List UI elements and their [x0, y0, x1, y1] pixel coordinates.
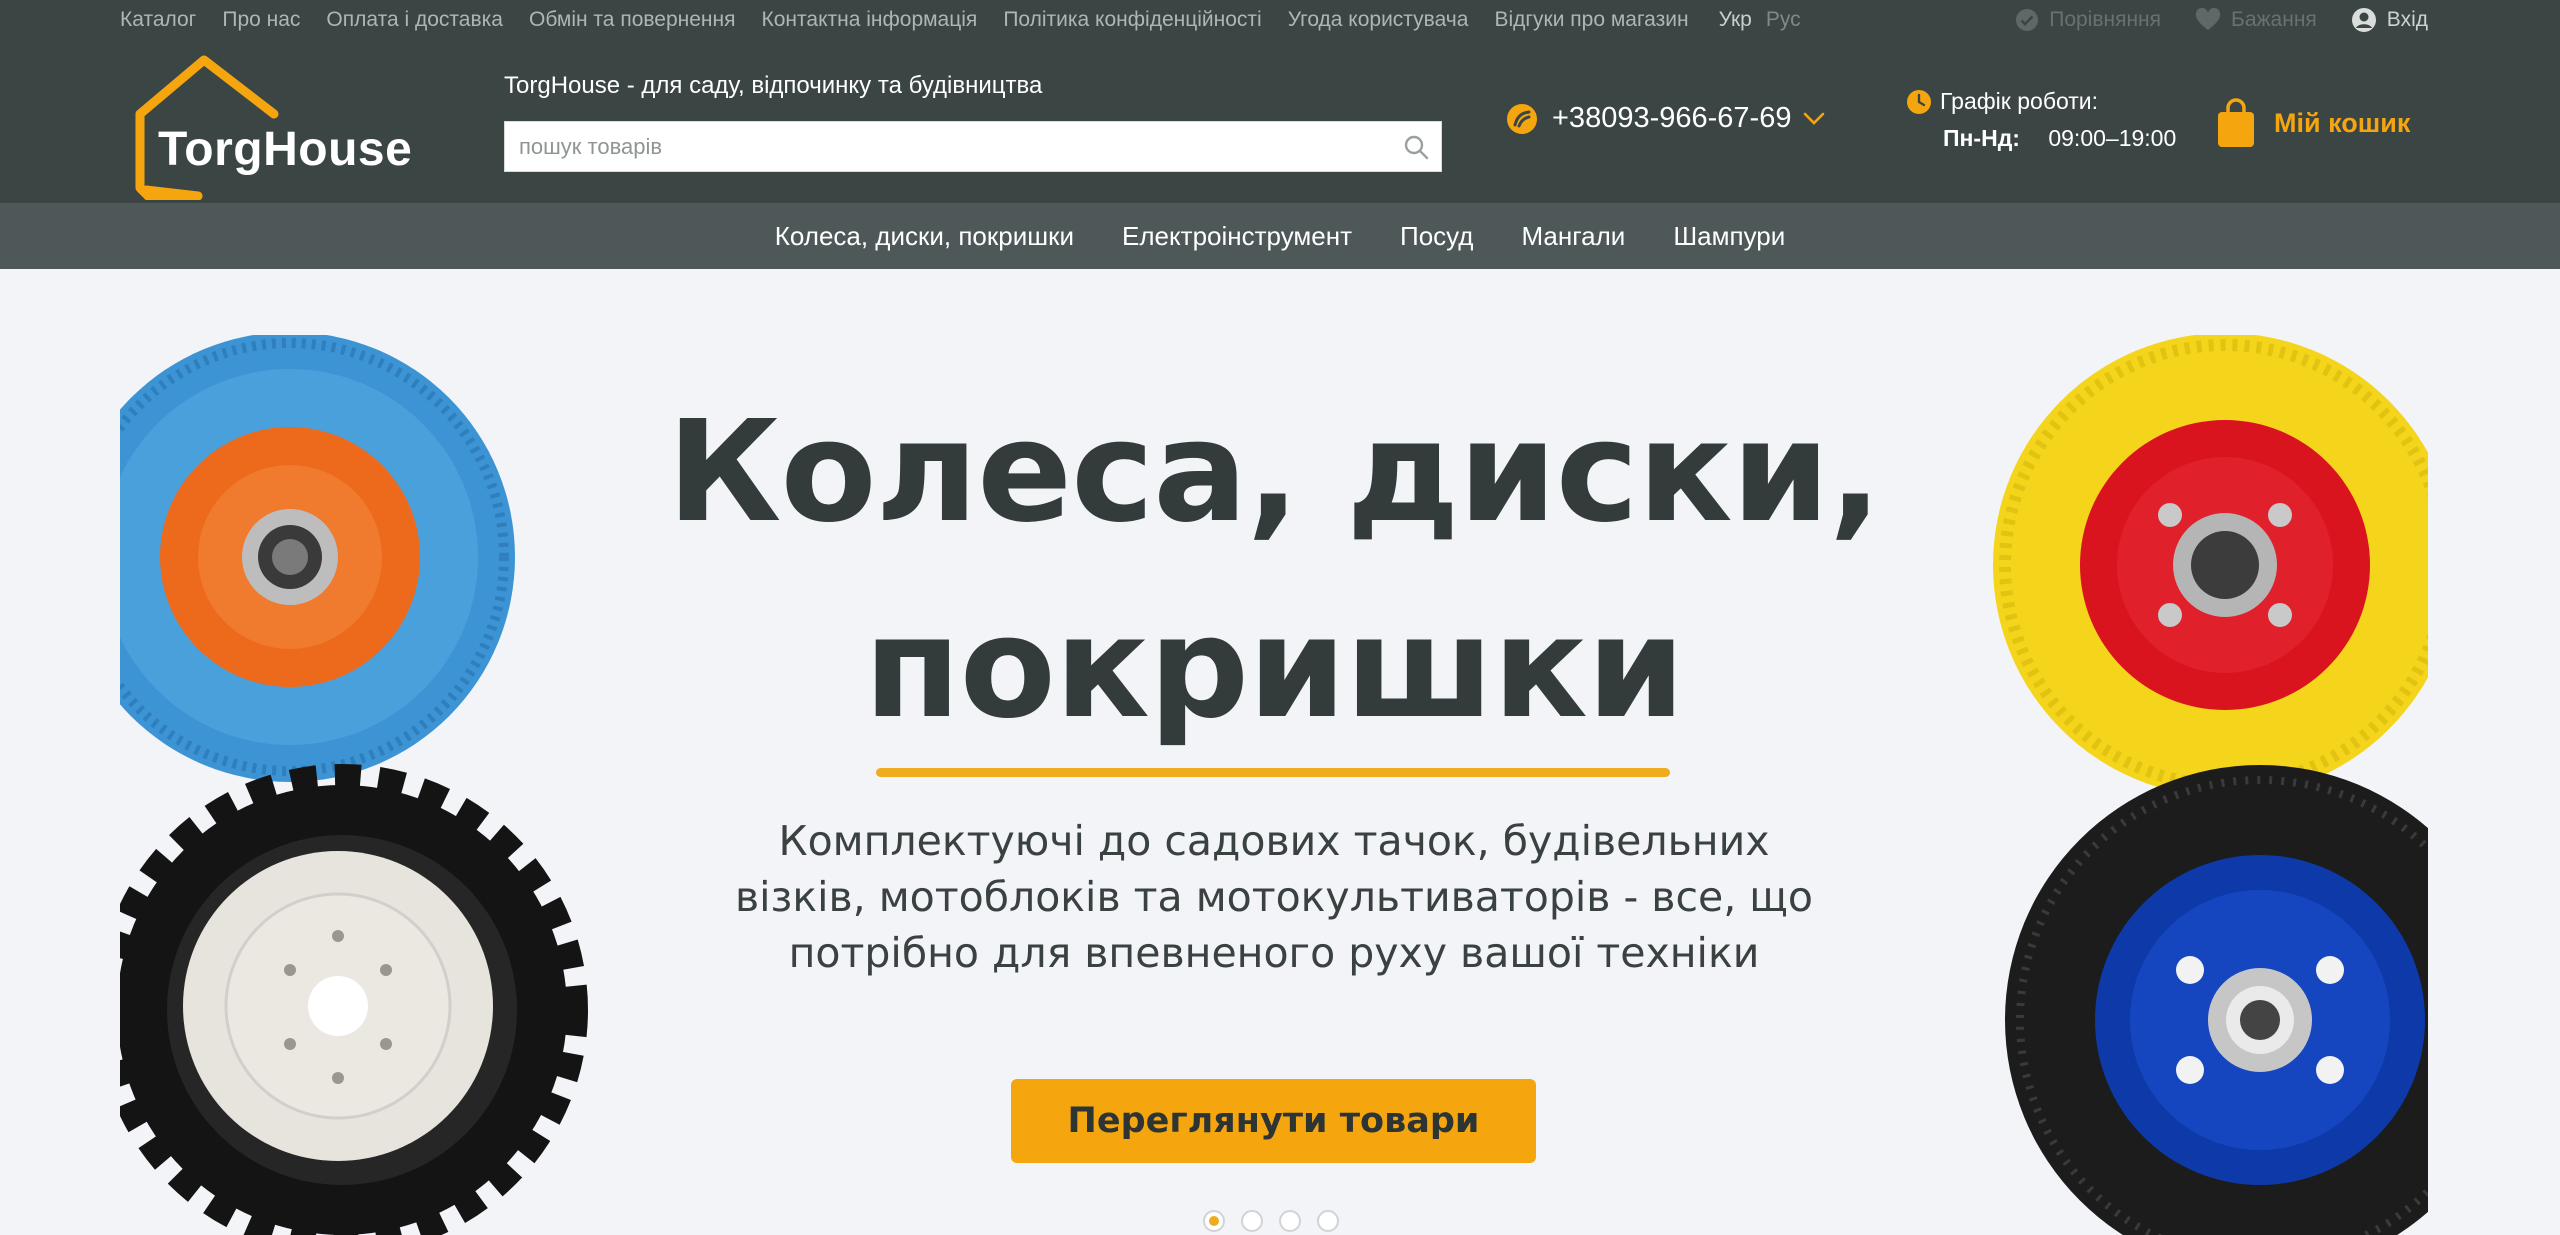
logo-wordmark: TorgHouse: [158, 123, 413, 176]
link-contacts[interactable]: Контактна інформація: [762, 8, 978, 32]
cart-button[interactable]: Мій кошик: [2216, 97, 2410, 149]
phone-number: +38093-966-67-69: [1552, 102, 1792, 134]
cart-label: Мій кошик: [2274, 107, 2411, 138]
chevron-down-icon: [1803, 112, 1825, 126]
hours-days: Пн-Нд:: [1943, 125, 2020, 151]
language-switcher: Укр Рус: [1719, 8, 1815, 32]
wishlist-label: Бажання: [2231, 8, 2317, 31]
hours-title: Графік роботи:: [1940, 88, 2099, 114]
clock-icon: [1907, 89, 1931, 114]
compare-button[interactable]: Порівняння: [2015, 8, 2161, 32]
working-hours: Графік роботи: Пн-Нд: 09:00–19:00: [1906, 88, 2176, 152]
login-button[interactable]: Вхід: [2351, 7, 2428, 33]
nav-power-tools[interactable]: Електроінструмент: [1122, 221, 1352, 252]
shopping-bag-icon: [2218, 98, 2254, 147]
link-about[interactable]: Про нас: [222, 8, 300, 32]
hero-divider: [876, 768, 1670, 777]
search-button[interactable]: [1391, 122, 1441, 171]
top-utility-bar: Каталог Про нас Оплата і доставка Обмін …: [0, 0, 2560, 40]
slider-dot-4[interactable]: [1317, 1210, 1339, 1232]
link-privacy-policy[interactable]: Політика конфіденційності: [1003, 8, 1261, 32]
slider-dot-1[interactable]: [1203, 1210, 1225, 1232]
slider-dot-3[interactable]: [1279, 1210, 1301, 1232]
link-user-agreement[interactable]: Угода користувача: [1288, 8, 1469, 32]
info-links: Каталог Про нас Оплата і доставка Обмін …: [120, 0, 1815, 40]
login-label: Вхід: [2386, 8, 2428, 31]
tractor-tyre-image: [120, 764, 588, 1235]
hero-title-line-2: покришки: [863, 587, 1685, 750]
hero-title-line-1: Колеса, диски,: [667, 391, 1882, 554]
compare-label: Порівняння: [2049, 8, 2162, 31]
main-header: TorgHouse TorgHouse - для саду, відпочин…: [0, 40, 2560, 203]
lang-rus[interactable]: Рус: [1766, 8, 1801, 32]
lifecell-icon: [1506, 103, 1538, 135]
view-products-button[interactable]: Переглянути товари: [1011, 1079, 1536, 1163]
user-icon: [2351, 8, 2376, 32]
link-catalog[interactable]: Каталог: [120, 8, 196, 32]
hero-title: Колеса, диски, покришки: [120, 375, 2428, 767]
account-actions: Порівняння Бажання Вхід: [1981, 0, 2428, 40]
search-input[interactable]: [505, 122, 1391, 171]
slider-pagination: [1203, 1210, 1355, 1232]
search-icon: [1404, 135, 1429, 159]
nav-grills[interactable]: Мангали: [1521, 221, 1625, 252]
hero-banner: Колеса, диски, покришки Комплектуючі до …: [120, 335, 2428, 1235]
link-store-reviews[interactable]: Відгуки про магазин: [1494, 8, 1688, 32]
phone-dropdown[interactable]: +38093-966-67-69: [1506, 102, 1825, 135]
category-nav: Колеса, диски, покришки Електроінструмен…: [0, 203, 2560, 269]
hours-time: 09:00–19:00: [2048, 125, 2177, 151]
link-exchange-return[interactable]: Обмін та повернення: [529, 8, 736, 32]
site-logo[interactable]: TorgHouse: [134, 50, 434, 200]
nav-cookware[interactable]: Посуд: [1400, 221, 1473, 252]
slider-dot-2[interactable]: [1241, 1210, 1263, 1232]
black-blue-wheel-image: [2005, 765, 2428, 1235]
link-payment-delivery[interactable]: Оплата і доставка: [326, 8, 503, 32]
nav-skewers[interactable]: Шампури: [1673, 221, 1785, 252]
heart-icon: [2196, 8, 2221, 30]
hero-description: Комплектуючі до садових тачок, будівельн…: [735, 817, 1813, 977]
nav-wheels[interactable]: Колеса, диски, покришки: [775, 221, 1074, 252]
site-tagline: TorgHouse - для саду, відпочинку та буді…: [504, 72, 1043, 99]
lang-ukr[interactable]: Укр: [1719, 8, 1752, 32]
compare-icon: [2016, 9, 2039, 31]
wishlist-button[interactable]: Бажання: [2195, 8, 2317, 32]
search-bar: [504, 121, 1442, 172]
